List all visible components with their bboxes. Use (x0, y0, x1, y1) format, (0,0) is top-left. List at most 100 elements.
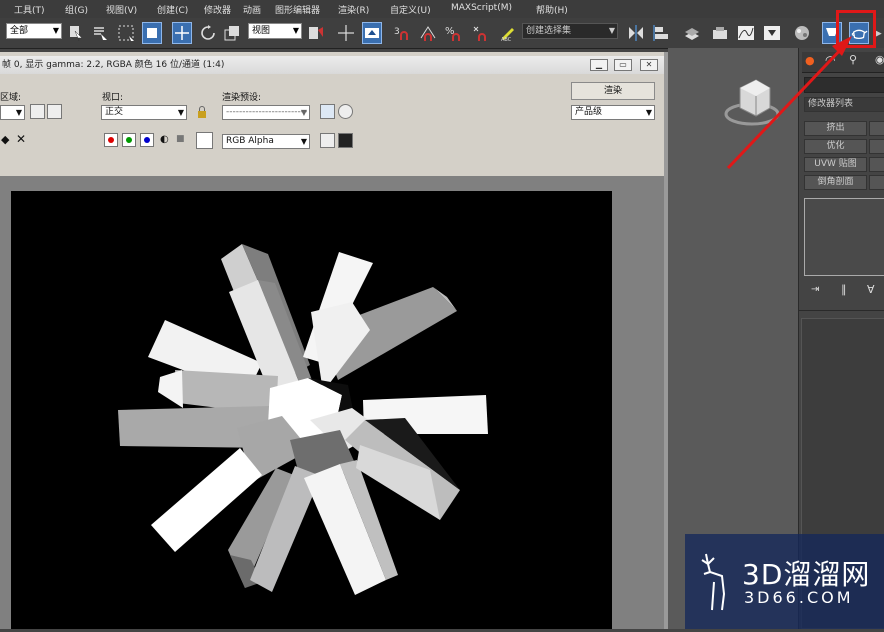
main-toolbar: 全部 ▼ 视图 ▼ 3 % ABC 创建选择集 ▼ ▸ (0, 18, 884, 49)
render-preset-value: ------------------------- (226, 107, 308, 117)
show-end-result-icon[interactable]: ∥ (841, 283, 847, 296)
select-by-name-icon[interactable] (90, 22, 110, 44)
curve-editor-icon[interactable] (736, 22, 756, 44)
select-and-rotate-icon[interactable] (198, 22, 218, 44)
select-manipulate-icon[interactable] (336, 22, 356, 44)
red-channel-toggle[interactable] (104, 133, 118, 147)
svg-text:ABC: ABC (501, 37, 512, 42)
select-object-icon[interactable] (66, 22, 86, 44)
channel-display-value: RGB Alpha (226, 136, 274, 146)
selection-filter-value: 全部 (10, 26, 29, 36)
green-channel-toggle[interactable] (122, 133, 136, 147)
reference-coordinate-dropdown[interactable]: 视图 ▼ (248, 23, 302, 39)
monochrome-icon[interactable]: ■ (176, 134, 185, 144)
modifier-list-dropdown[interactable]: 修改器列表 (804, 97, 884, 112)
channel-display-dropdown[interactable]: RGB Alpha ▼ (222, 134, 310, 149)
toggle-ui-overlay-icon[interactable] (320, 133, 335, 148)
selection-filter-dropdown[interactable]: 全部 ▼ (6, 23, 62, 39)
object-name-field[interactable] (804, 77, 884, 93)
align-icon[interactable] (652, 22, 672, 44)
svg-text:3: 3 (394, 27, 400, 37)
color-swatch[interactable] (196, 132, 213, 149)
snaps-toggle-icon[interactable]: 3 (392, 22, 412, 44)
area-dropdown[interactable]: ▼ (0, 105, 25, 120)
viewport-label: 视口: (102, 93, 124, 103)
quality-dropdown[interactable]: 产品级 ▼ (571, 105, 655, 120)
uvw-map-button[interactable]: UVW 贴图 (804, 157, 867, 172)
menu-animation[interactable]: 动画 (243, 3, 261, 16)
chevron-down-icon: ▼ (645, 108, 652, 117)
menu-rendering[interactable]: 渲染(R) (338, 3, 369, 16)
mirror-icon[interactable] (626, 22, 646, 44)
rectangular-selection-icon[interactable] (116, 22, 136, 44)
watermark-brand: 3D溜溜网 (742, 558, 871, 591)
edit-named-selection-icon[interactable]: ABC (498, 22, 518, 44)
render-preset-dropdown[interactable]: ------------------------- ▼ (222, 105, 310, 120)
viewport-dropdown[interactable]: 正交 ▼ (101, 105, 187, 120)
render-window-title: 帧 0, 显示 gamma: 2.2, RGBA 颜色 16 位/通道 (1:4… (0, 56, 668, 74)
modify-tab-icon[interactable]: ◠ (825, 53, 835, 67)
bevel-profile-button[interactable]: 倒角剖面 (804, 175, 867, 190)
render-button[interactable]: 渲染 (571, 82, 655, 100)
menu-customize[interactable]: 自定义(U) (390, 3, 431, 16)
extrude-button[interactable]: 挤出 (804, 121, 867, 136)
layer-manager-icon[interactable] (682, 22, 702, 44)
create-tab-icon[interactable]: ● (805, 54, 815, 67)
scene-explorer-icon[interactable] (710, 22, 730, 44)
schematic-view-icon[interactable] (762, 22, 782, 44)
pin-stack-icon[interactable]: ⇥ (811, 284, 819, 295)
percent-snap-icon[interactable]: % (444, 22, 464, 44)
optimize-button[interactable]: 优化 (804, 139, 867, 154)
lock-icon[interactable] (197, 106, 207, 118)
menu-create[interactable]: 创建(C) (157, 3, 188, 16)
area-label: 区域: (0, 93, 22, 103)
keyboard-shortcut-override-icon[interactable] (362, 22, 382, 44)
menu-maxscript[interactable]: MAXScript(M) (451, 3, 512, 13)
hierarchy-tab-icon[interactable]: ⚲ (849, 53, 857, 66)
close-icon[interactable]: ✕ (640, 59, 658, 71)
viewcube-icon[interactable] (722, 70, 784, 130)
chevron-down-icon: ▼ (292, 26, 299, 35)
modifier-button-right-1[interactable] (869, 121, 884, 136)
rendered-image (11, 191, 612, 629)
environment-icon[interactable] (338, 104, 353, 119)
chevron-down-icon: ▼ (15, 108, 22, 117)
modifier-button-right-2[interactable] (869, 139, 884, 154)
menu-tools[interactable]: 工具(T) (14, 3, 45, 16)
chevron-down-icon: ▼ (52, 26, 59, 35)
chevron-down-icon: ▼ (300, 137, 307, 146)
pivot-point-icon[interactable] (306, 22, 326, 44)
chevron-down-icon: ▼ (300, 108, 307, 117)
menu-group[interactable]: 组(G) (65, 3, 88, 16)
menu-modifiers[interactable]: 修改器 (204, 3, 231, 16)
alpha-channel-icon[interactable]: ◐ (160, 134, 169, 145)
menu-views[interactable]: 视图(V) (106, 3, 137, 16)
named-selection-value: 创建选择集 (526, 26, 572, 36)
auto-region-icon[interactable] (47, 104, 62, 119)
make-unique-icon[interactable]: ∀ (867, 283, 875, 296)
render-setup-small-icon[interactable] (320, 104, 335, 119)
toggle-ui-icon[interactable] (338, 133, 353, 148)
render-preset-label: 渲染预设: (222, 93, 262, 103)
modifier-button-right-3[interactable] (869, 157, 884, 172)
menu-bar: 工具(T) 组(G) 视图(V) 创建(C) 修改器 动画 图形编辑器 渲染(R… (0, 0, 884, 19)
maximize-icon[interactable]: ▭ (614, 59, 632, 71)
menu-graph-editors[interactable]: 图形编辑器 (275, 3, 320, 16)
material-editor-icon[interactable] (792, 22, 812, 44)
modifier-stack-list[interactable] (804, 198, 884, 276)
edit-region-icon[interactable] (30, 104, 45, 119)
blue-channel-toggle[interactable] (140, 133, 154, 147)
window-crossing-icon[interactable] (142, 22, 162, 44)
deer-logo-icon (694, 550, 738, 614)
menu-help[interactable]: 帮助(H) (536, 3, 568, 16)
select-and-move-icon[interactable] (172, 22, 192, 44)
minimize-icon[interactable]: ▁ (590, 59, 608, 71)
clear-icon[interactable]: ✕ (16, 132, 26, 146)
spinner-snap-icon[interactable] (470, 22, 490, 44)
angle-snap-icon[interactable] (418, 22, 438, 44)
modifier-button-right-4[interactable] (869, 175, 884, 190)
save-image-icon[interactable]: ◆ (1, 133, 9, 146)
select-and-scale-icon[interactable] (222, 22, 242, 44)
named-selection-dropdown[interactable]: 创建选择集 ▼ (522, 23, 618, 39)
motion-tab-icon[interactable]: ◉ (875, 53, 884, 66)
